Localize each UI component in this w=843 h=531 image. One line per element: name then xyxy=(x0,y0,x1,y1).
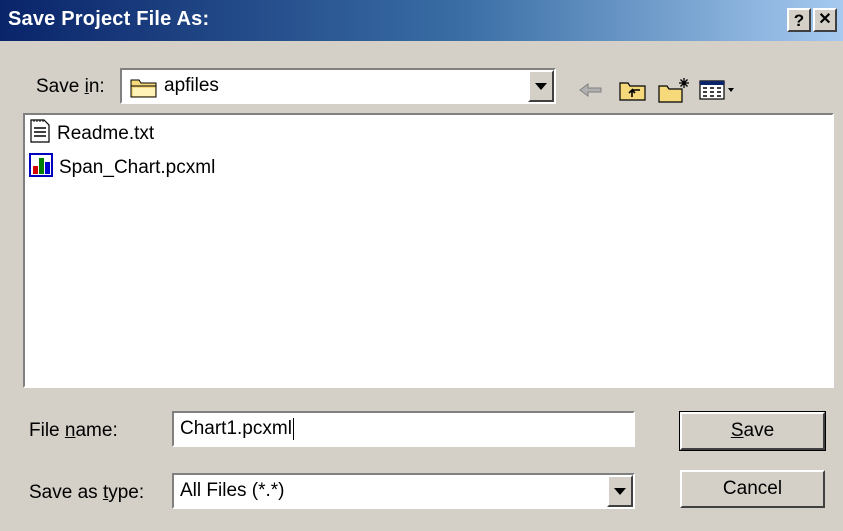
file-name-label-pre: File xyxy=(29,420,65,441)
cancel-button-label: Cancel xyxy=(722,478,783,499)
chart-file-icon xyxy=(29,153,53,183)
save-in-value: apfiles xyxy=(164,75,219,96)
file-list[interactable]: Readme.txt Span_Chart.pcxml xyxy=(23,113,834,388)
save-button[interactable]: Save xyxy=(679,411,826,451)
title-bar[interactable]: Save Project File As: ? ✕ xyxy=(0,0,843,41)
save-in-dropdown-arrow[interactable] xyxy=(528,70,554,102)
close-icon: ✕ xyxy=(818,11,832,28)
cancel-button[interactable]: Cancel xyxy=(680,470,825,508)
file-name-label-post: ame: xyxy=(75,420,118,441)
chevron-down-icon xyxy=(614,487,626,495)
list-item[interactable]: Readme.txt xyxy=(29,119,155,149)
save-in-combo[interactable]: apfiles xyxy=(120,68,556,104)
save-button-mnemonic: S xyxy=(730,420,744,441)
save-in-label-post: n: xyxy=(88,76,105,97)
chevron-down-icon xyxy=(535,82,547,90)
save-in-label-pre: Save xyxy=(36,76,85,97)
folder-icon xyxy=(130,76,158,104)
up-folder-icon[interactable] xyxy=(614,75,652,105)
file-name-label: Span_Chart.pcxml xyxy=(59,157,216,178)
file-name-input[interactable]: Chart1.pcxml xyxy=(172,411,635,447)
window-title: Save Project File As: xyxy=(8,8,210,30)
text-file-icon xyxy=(29,119,51,149)
view-menu-icon[interactable] xyxy=(697,75,739,105)
list-item[interactable]: Span_Chart.pcxml xyxy=(29,153,216,183)
file-name-field-label: File name: xyxy=(29,420,118,442)
save-as-type-dropdown-arrow[interactable] xyxy=(607,475,633,507)
file-name-label-mnemonic: n xyxy=(64,420,76,441)
text-caret xyxy=(292,418,294,440)
help-icon: ? xyxy=(793,10,805,30)
save-dialog: Save Project File As: ? ✕ Save in: apfil… xyxy=(0,0,843,531)
save-as-type-label-pre: Save as xyxy=(29,482,103,503)
save-as-type-combo[interactable]: All Files (*.*) xyxy=(172,473,635,509)
file-name-text: Chart1.pcxml xyxy=(180,418,292,439)
close-button[interactable]: ✕ xyxy=(813,8,837,32)
new-folder-icon[interactable] xyxy=(654,75,694,105)
save-in-label: Save in: xyxy=(36,76,105,98)
save-button-label: ave xyxy=(743,420,775,441)
save-as-type-label-post: ype: xyxy=(108,482,145,503)
file-name-label: Readme.txt xyxy=(57,123,155,144)
save-as-type-label: Save as type: xyxy=(29,482,144,504)
help-button[interactable]: ? xyxy=(787,8,811,32)
back-arrow-icon[interactable] xyxy=(572,75,610,105)
file-name-value: Chart1.pcxml xyxy=(180,413,294,445)
save-as-type-value: All Files (*.*) xyxy=(180,480,285,501)
